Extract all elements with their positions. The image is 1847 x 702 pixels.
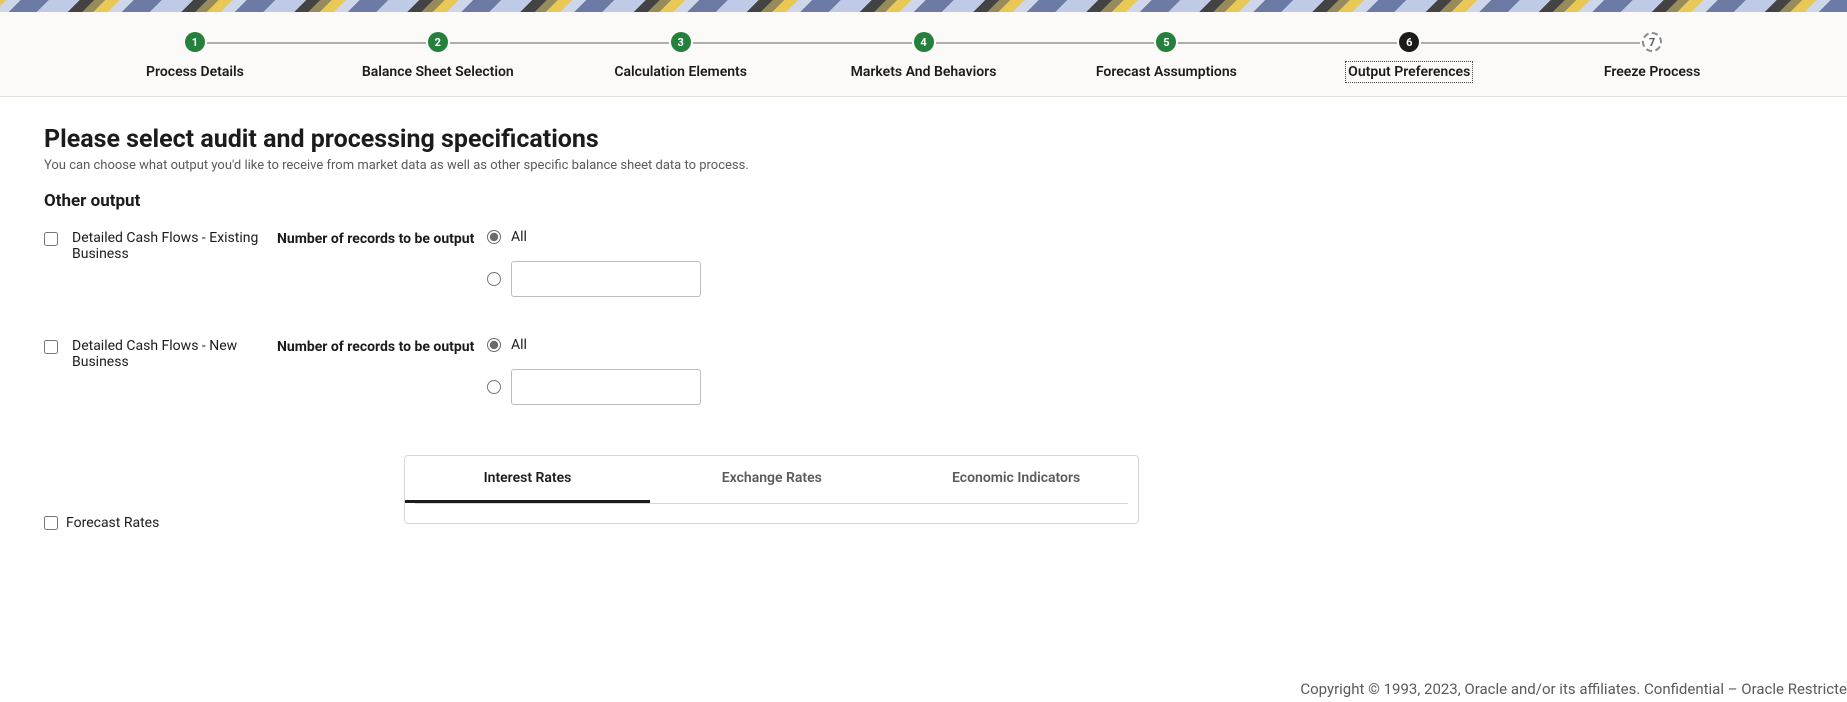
step-4[interactable]: 4 Markets And Behaviors <box>802 32 1045 80</box>
step-circle: 1 <box>185 32 205 52</box>
checkbox-forecast-rates[interactable] <box>44 516 58 530</box>
radio-existing-all-label: All <box>511 229 527 245</box>
step-label: Markets And Behaviors <box>851 64 997 80</box>
step-label: Output Preferences <box>1348 64 1470 80</box>
footer-copyright: Copyright © 1993, 2023, Oracle and/or it… <box>1300 680 1847 698</box>
step-circle: 2 <box>428 32 448 52</box>
checkbox-existing-business[interactable] <box>44 232 58 246</box>
step-circle: 5 <box>1156 32 1176 52</box>
step-label: Calculation Elements <box>614 64 747 80</box>
radio-existing-all[interactable] <box>487 230 501 244</box>
step-circle: 4 <box>914 32 934 52</box>
checkbox-new-business[interactable] <box>44 340 58 354</box>
page-title: Please select audit and processing speci… <box>44 125 1803 154</box>
radio-new-all-label: All <box>511 337 527 353</box>
step-circle: 6 <box>1399 32 1419 52</box>
decorative-banner <box>0 0 1847 12</box>
tab-exchange-rates[interactable]: Exchange Rates <box>650 456 894 503</box>
input-existing-records[interactable] <box>511 261 701 297</box>
forecast-tabs: Interest Rates Exchange Rates Economic I… <box>404 455 1139 524</box>
step-connector <box>936 42 1155 44</box>
step-circle: 3 <box>671 32 691 52</box>
step-label: Forecast Assumptions <box>1096 64 1237 80</box>
step-connector <box>207 42 426 44</box>
label-forecast-rates: Forecast Rates <box>66 515 159 531</box>
page-subtitle: You can choose what output you'd like to… <box>44 158 1803 173</box>
output-row-new: Detailed Cash Flows - New Business Numbe… <box>44 337 1803 405</box>
label-new-business: Detailed Cash Flows - New Business <box>72 337 277 370</box>
step-5[interactable]: 5 Forecast Assumptions <box>1045 32 1288 80</box>
radio-new-custom[interactable] <box>487 380 501 394</box>
radio-new-all[interactable] <box>487 338 501 352</box>
wizard-stepper: 1 Process Details 2 Balance Sheet Selection… <box>0 12 1847 97</box>
tab-interest-rates[interactable]: Interest Rates <box>405 456 649 503</box>
label-existing-business: Detailed Cash Flows - Existing Business <box>72 229 277 262</box>
label-records-existing: Number of records to be output <box>277 229 487 247</box>
step-connector <box>1178 42 1397 44</box>
step-label: Balance Sheet Selection <box>362 64 514 80</box>
step-2[interactable]: 2 Balance Sheet Selection <box>316 32 559 80</box>
step-1[interactable]: 1 Process Details <box>74 32 317 80</box>
step-circle: 7 <box>1642 32 1662 52</box>
label-records-new: Number of records to be output <box>277 337 487 355</box>
tab-panel <box>415 503 1128 523</box>
section-other-output: Other output <box>44 191 1803 211</box>
step-connector <box>450 42 669 44</box>
step-6[interactable]: 6 Output Preferences <box>1288 32 1531 80</box>
step-connector <box>693 42 912 44</box>
tab-economic-indicators[interactable]: Economic Indicators <box>894 456 1138 503</box>
step-3[interactable]: 3 Calculation Elements <box>559 32 802 80</box>
step-connector <box>1421 42 1640 44</box>
step-label: Process Details <box>146 64 244 80</box>
step-7[interactable]: 7 Freeze Process <box>1531 32 1774 80</box>
input-new-records[interactable] <box>511 369 701 405</box>
main-content: Please select audit and processing speci… <box>0 97 1847 551</box>
radio-existing-custom[interactable] <box>487 272 501 286</box>
step-label: Freeze Process <box>1604 64 1700 80</box>
output-row-existing: Detailed Cash Flows - Existing Business … <box>44 229 1803 297</box>
